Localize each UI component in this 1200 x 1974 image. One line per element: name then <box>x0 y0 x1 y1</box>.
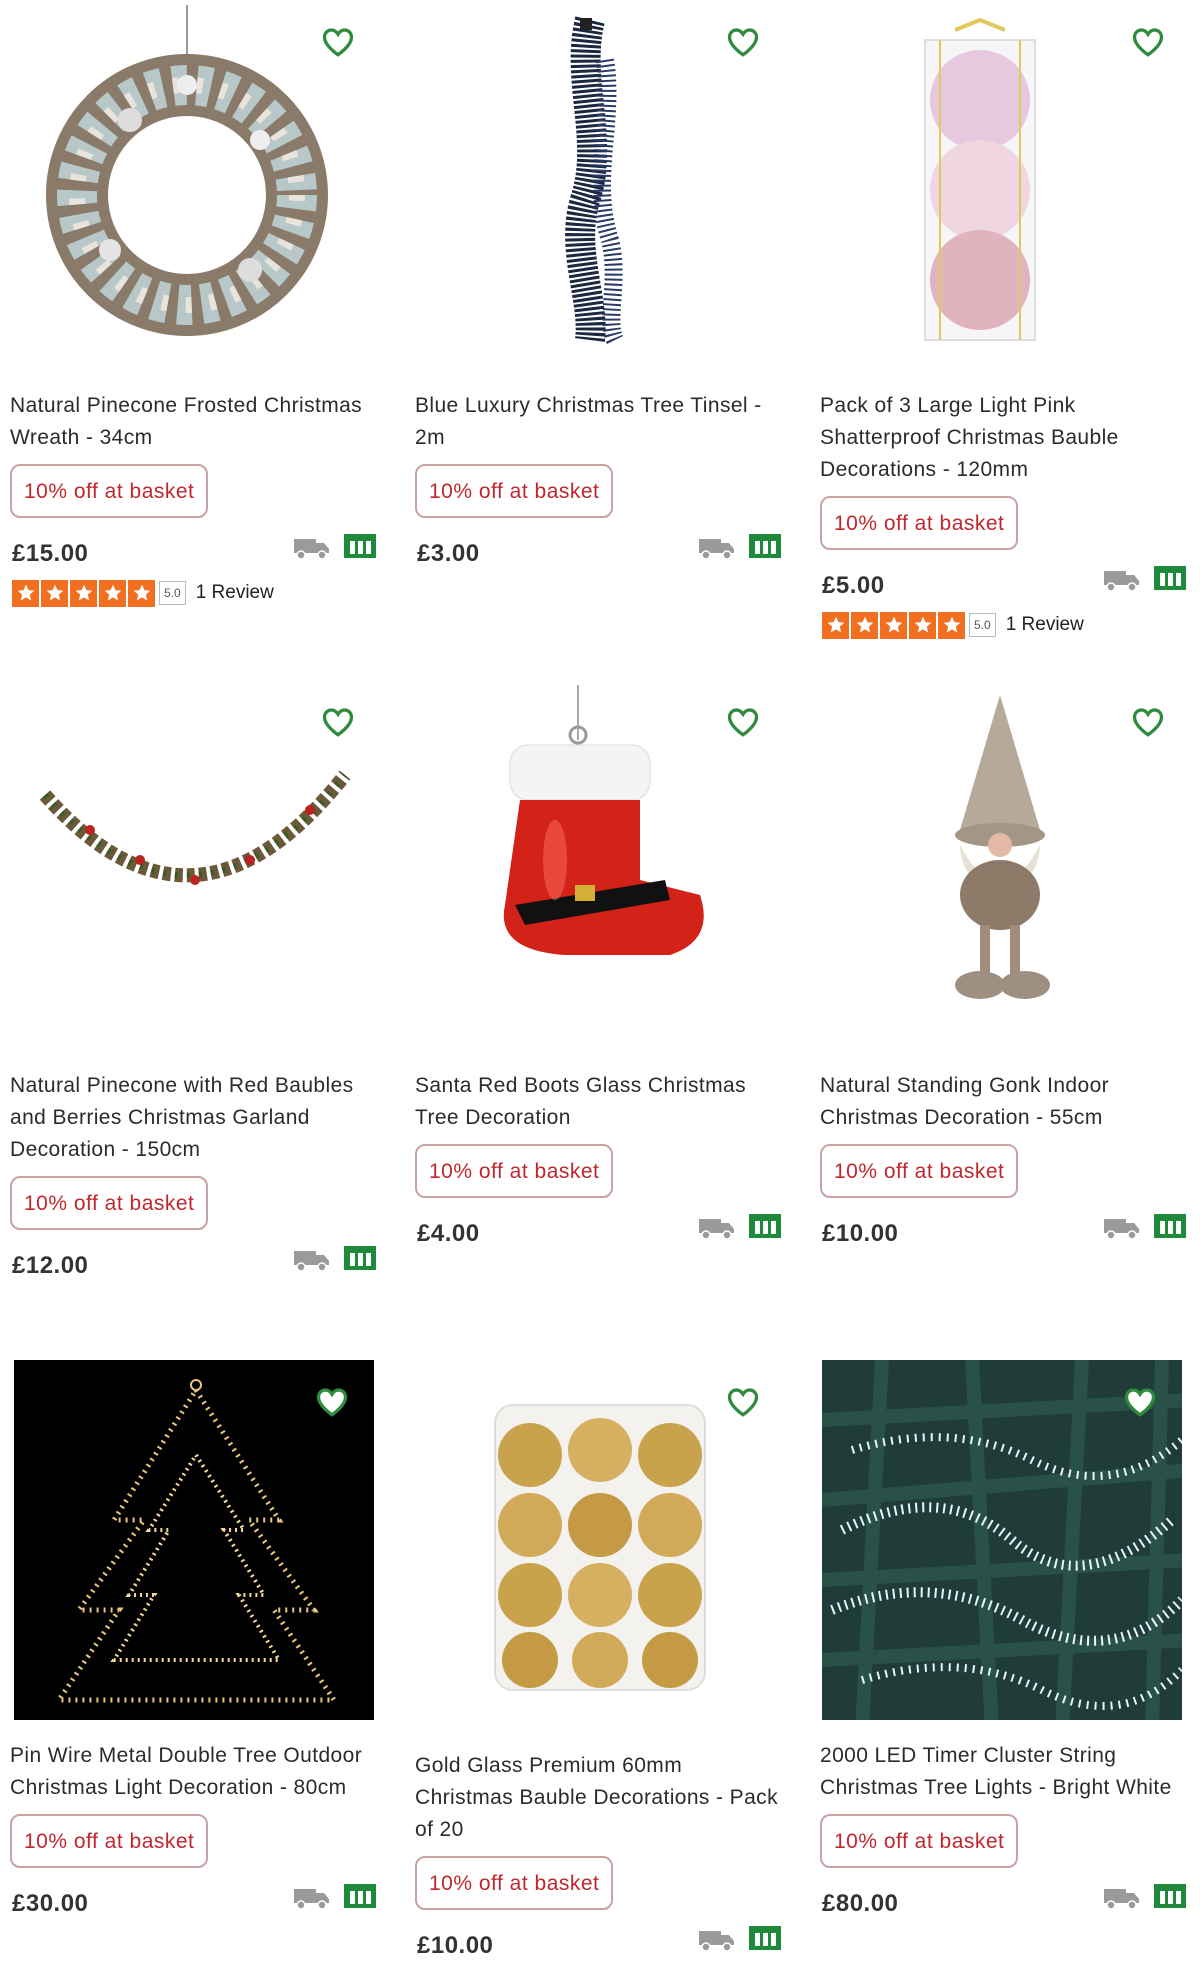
promo-badge[interactable]: 10% off at basket <box>10 1814 209 1868</box>
star-icon <box>128 579 155 607</box>
product-price: £12.00 <box>12 1252 89 1279</box>
product-image[interactable] <box>820 680 1190 1050</box>
click-collect-store-icon <box>749 1214 781 1238</box>
wishlist-heart-icon[interactable] <box>1122 1384 1158 1420</box>
product-title[interactable]: Natural Standing Gonk Indoor Christmas D… <box>820 1070 1190 1134</box>
star-rating <box>12 579 157 607</box>
product-image[interactable] <box>820 0 1190 370</box>
click-collect-store-icon <box>344 1246 376 1270</box>
wishlist-heart-icon[interactable] <box>725 1384 761 1420</box>
product-card[interactable]: Pack of 3 Large Light Pink Shatterproof … <box>820 0 1190 639</box>
delivery-truck-icon <box>699 1931 734 1952</box>
wishlist-heart-icon[interactable] <box>725 704 761 740</box>
click-collect-store-icon <box>749 534 781 558</box>
click-collect-store-icon <box>1154 1214 1186 1238</box>
product-card[interactable]: Natural Standing Gonk Indoor Christmas D… <box>820 680 1190 1264</box>
promo-badge[interactable]: 10% off at basket <box>10 1176 209 1230</box>
delivery-truck-icon <box>294 539 329 560</box>
review-count[interactable]: 1 Review <box>196 582 274 604</box>
product-card[interactable]: Pin Wire Metal Double Tree Outdoor Chris… <box>10 1360 380 1934</box>
star-icon <box>41 579 68 607</box>
wishlist-heart-icon[interactable] <box>725 24 761 60</box>
wishlist-heart-icon[interactable] <box>1130 704 1166 740</box>
star-rating <box>822 611 967 639</box>
click-collect-store-icon <box>749 1926 781 1950</box>
wishlist-heart-icon[interactable] <box>320 24 356 60</box>
star-icon <box>99 579 126 607</box>
star-icon <box>822 611 849 639</box>
delivery-truck-icon <box>1104 571 1139 592</box>
star-icon <box>880 611 907 639</box>
product-card[interactable]: Blue Luxury Christmas Tree Tinsel - 2m 1… <box>415 0 785 584</box>
star-icon <box>851 611 878 639</box>
click-collect-store-icon <box>1154 566 1186 590</box>
delivery-truck-icon <box>294 1251 329 1272</box>
promo-badge[interactable]: 10% off at basket <box>415 464 614 518</box>
promo-badge[interactable]: 10% off at basket <box>415 1856 614 1910</box>
product-image[interactable] <box>415 0 785 370</box>
product-price: £10.00 <box>417 1932 494 1959</box>
click-collect-store-icon <box>1154 1884 1186 1908</box>
delivery-truck-icon <box>1104 1889 1139 1910</box>
product-price: £30.00 <box>12 1890 89 1917</box>
rating[interactable]: 5.0 1 Review <box>12 578 274 608</box>
click-collect-store-icon <box>344 534 376 558</box>
product-image[interactable] <box>14 1360 374 1720</box>
product-image[interactable] <box>822 1360 1182 1720</box>
product-title[interactable]: 2000 LED Timer Cluster String Christmas … <box>820 1740 1190 1804</box>
product-title[interactable]: Pack of 3 Large Light Pink Shatterproof … <box>820 390 1190 486</box>
wishlist-heart-icon[interactable] <box>314 1384 350 1420</box>
product-price: £3.00 <box>417 540 480 567</box>
product-image[interactable] <box>415 1360 785 1730</box>
promo-badge[interactable]: 10% off at basket <box>820 1144 1019 1198</box>
product-title[interactable]: Pin Wire Metal Double Tree Outdoor Chris… <box>10 1740 380 1804</box>
rating-score: 5.0 <box>969 613 996 637</box>
product-title[interactable]: Gold Glass Premium 60mm Christmas Bauble… <box>415 1750 785 1846</box>
product-price: £5.00 <box>822 572 885 599</box>
wishlist-heart-icon[interactable] <box>320 704 356 740</box>
product-title[interactable]: Natural Pinecone with Red Baubles and Be… <box>10 1070 380 1166</box>
product-price: £15.00 <box>12 540 89 567</box>
star-icon <box>70 579 97 607</box>
product-card[interactable]: Santa Red Boots Glass Christmas Tree Dec… <box>415 680 785 1264</box>
product-image[interactable] <box>10 680 380 1050</box>
rating-score: 5.0 <box>159 581 186 605</box>
wishlist-heart-icon[interactable] <box>1130 24 1166 60</box>
product-card[interactable]: 2000 LED Timer Cluster String Christmas … <box>820 1360 1190 1934</box>
rating[interactable]: 5.0 1 Review <box>822 610 1084 640</box>
product-title[interactable]: Natural Pinecone Frosted Christmas Wreat… <box>10 390 380 454</box>
delivery-truck-icon <box>1104 1219 1139 1240</box>
product-price: £4.00 <box>417 1220 480 1247</box>
product-price: £80.00 <box>822 1890 899 1917</box>
product-price: £10.00 <box>822 1220 899 1247</box>
product-card[interactable]: Natural Pinecone Frosted Christmas Wreat… <box>10 0 380 607</box>
review-count[interactable]: 1 Review <box>1006 614 1084 636</box>
product-title[interactable]: Blue Luxury Christmas Tree Tinsel - 2m <box>415 390 785 454</box>
promo-badge[interactable]: 10% off at basket <box>820 496 1019 550</box>
star-icon <box>938 611 965 639</box>
promo-badge[interactable]: 10% off at basket <box>820 1814 1019 1868</box>
product-card[interactable]: Gold Glass Premium 60mm Christmas Bauble… <box>415 1360 785 1974</box>
star-icon <box>909 611 936 639</box>
promo-badge[interactable]: 10% off at basket <box>415 1144 614 1198</box>
delivery-truck-icon <box>699 539 734 560</box>
product-card[interactable]: Natural Pinecone with Red Baubles and Be… <box>10 680 380 1296</box>
delivery-truck-icon <box>294 1889 329 1910</box>
promo-badge[interactable]: 10% off at basket <box>10 464 209 518</box>
star-icon <box>12 579 39 607</box>
click-collect-store-icon <box>344 1884 376 1908</box>
product-image[interactable] <box>10 0 380 370</box>
product-title[interactable]: Santa Red Boots Glass Christmas Tree Dec… <box>415 1070 785 1134</box>
delivery-truck-icon <box>699 1219 734 1240</box>
product-image[interactable] <box>415 680 785 1050</box>
